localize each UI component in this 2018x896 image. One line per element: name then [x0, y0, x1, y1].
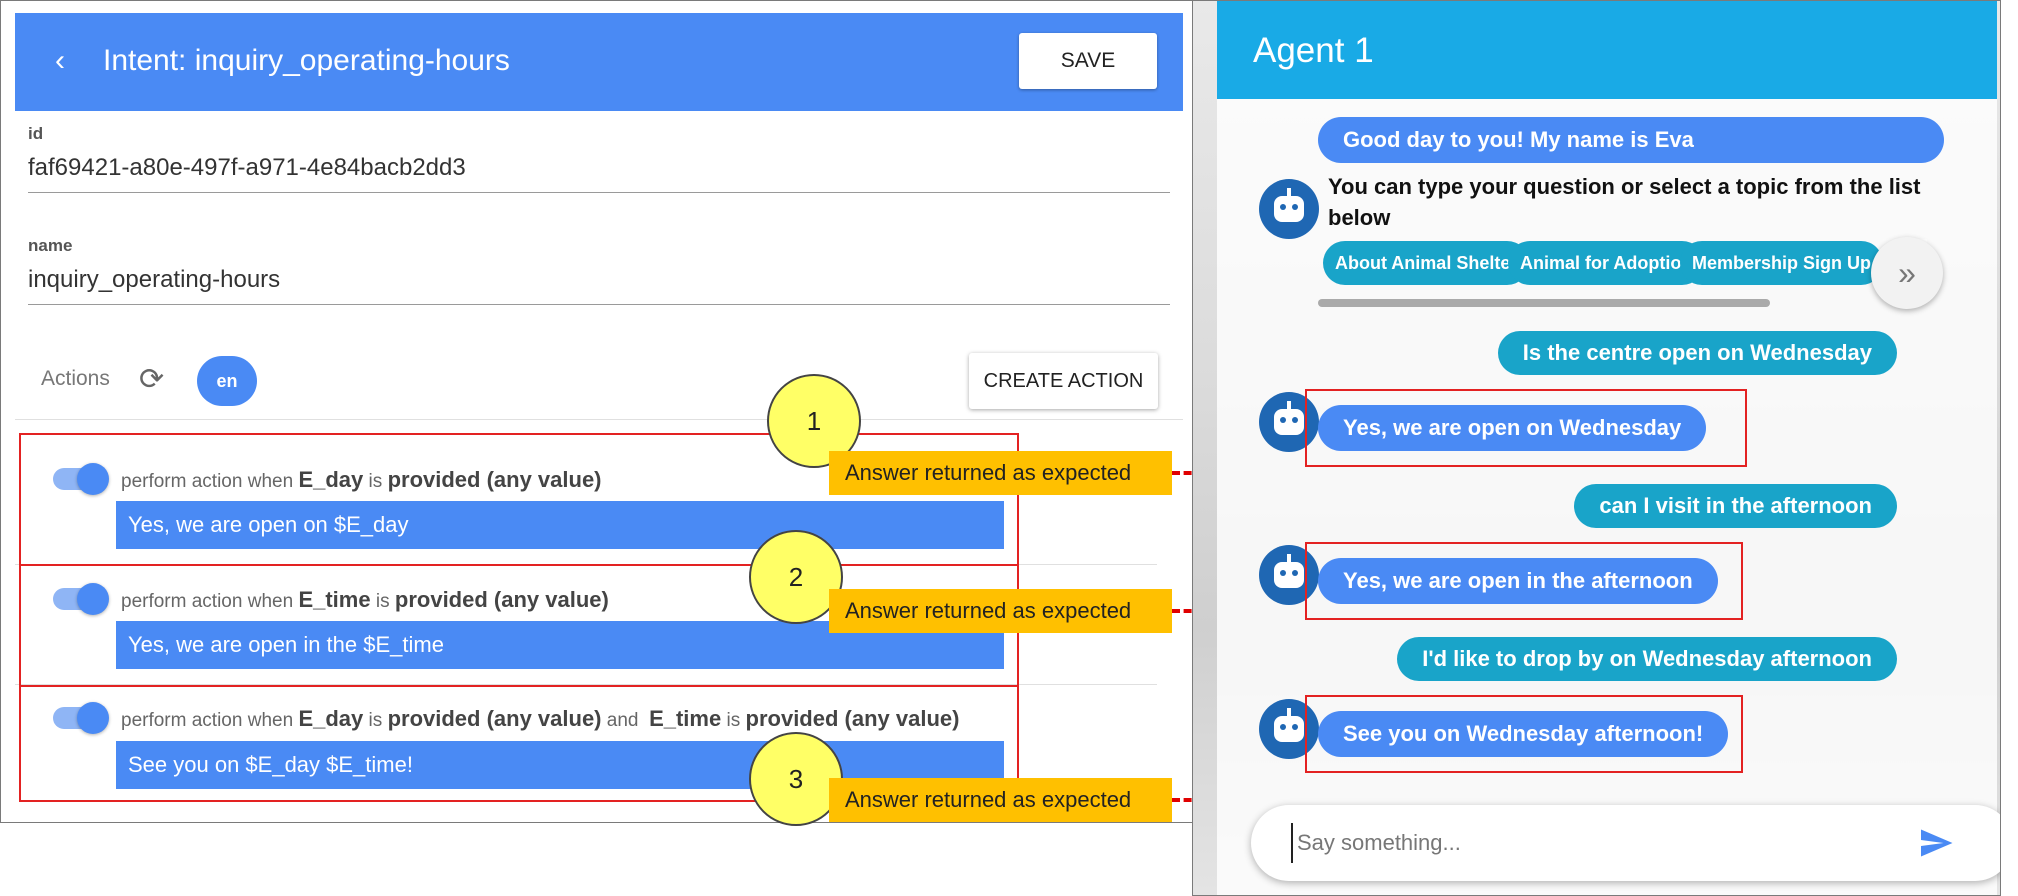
highlight-box: [1305, 695, 1743, 773]
actions-label: Actions: [41, 367, 110, 390]
message-input-bar: [1251, 805, 2000, 881]
intent-header: ‹ Intent: inquiry_operating-hours SAVE: [15, 13, 1183, 111]
message-input[interactable]: [1291, 823, 1891, 863]
id-field[interactable]: faf69421-a80e-497f-a971-4e84bacb2dd3: [28, 154, 466, 182]
bot-message: Good day to you! My name is Eva: [1318, 117, 1944, 163]
create-action-button[interactable]: CREATE ACTION: [969, 353, 1158, 409]
id-field-label: id: [28, 124, 44, 143]
chat-header: Agent 1: [1217, 1, 1997, 99]
sync-icon[interactable]: ⟳: [139, 365, 164, 395]
back-arrow-icon[interactable]: ‹: [55, 43, 65, 79]
user-message: I'd like to drop by on Wednesday afterno…: [1397, 637, 1897, 681]
bot-avatar-icon: [1259, 179, 1319, 239]
highlight-box: [1305, 542, 1743, 620]
callout-note: Answer returned as expected: [829, 778, 1172, 822]
name-field-label: name: [28, 236, 73, 255]
user-message: can I visit in the afternoon: [1574, 484, 1897, 528]
callout-note: Answer returned as expected: [829, 451, 1172, 495]
horizontal-scrollbar[interactable]: [1318, 299, 1770, 307]
intent-editor-panel: ‹ Intent: inquiry_operating-hours SAVE i…: [0, 0, 1195, 823]
next-topics-button[interactable]: »: [1871, 237, 1943, 309]
page-title: Intent: inquiry_operating-hours: [103, 44, 510, 77]
name-field-underline: [28, 304, 1170, 305]
topic-chip[interactable]: About Animal Shelter: [1323, 241, 1530, 285]
chat-window: Good day to you! My name is Eva You can …: [1217, 99, 2000, 895]
callout-note: Answer returned as expected: [829, 589, 1172, 633]
user-message: Is the centre open on Wednesday: [1497, 331, 1897, 375]
bot-intro-text: You can type your question or select a t…: [1328, 174, 1921, 230]
name-field[interactable]: inquiry_operating-hours: [28, 266, 280, 294]
send-icon[interactable]: [1916, 825, 1956, 861]
topic-chip[interactable]: Membership Sign Up: [1680, 241, 1884, 285]
id-field-underline: [28, 192, 1170, 193]
language-chip[interactable]: en: [197, 356, 257, 406]
save-button[interactable]: SAVE: [1019, 33, 1157, 89]
highlight-box: [1305, 389, 1747, 467]
agent-title: Agent 1: [1253, 31, 1374, 70]
divider: [15, 419, 1183, 420]
chat-widget: Agent 1 Good day to you! My name is Eva …: [1192, 0, 2001, 896]
topic-chip[interactable]: Animal for Adoption: [1508, 241, 1705, 285]
